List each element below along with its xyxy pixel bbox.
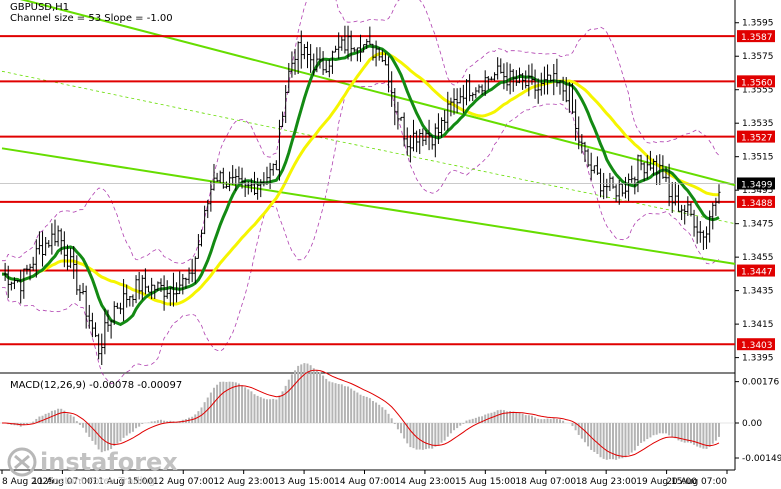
time-tick-label: 12 Aug 07:00 <box>153 477 214 487</box>
logo-brand-text: instaforex <box>40 448 178 476</box>
time-tick-label: 18 Aug 23:00 <box>576 477 637 487</box>
price-tick-label: 1.3575 <box>742 52 774 62</box>
logo-cross <box>14 454 30 470</box>
channel-label: Channel size = 53 Slope = -1.00 <box>10 13 173 24</box>
logo-mark <box>7 447 37 477</box>
channel-upper <box>19 0 736 187</box>
support-resistance-levels <box>0 35 735 346</box>
level-badge-label: 1.3560 <box>741 78 773 88</box>
price-channel <box>1 0 736 265</box>
level-badge-label: 1.3587 <box>741 33 773 43</box>
logo-tagline-text: Instant Forex Trading <box>50 476 155 487</box>
level-badge-label: 1.3488 <box>741 199 773 209</box>
price-axis: 1.35951.35751.35551.35351.35151.34951.34… <box>0 19 775 364</box>
level-badge-label: 1.3447 <box>741 268 773 278</box>
bollinger-lower <box>2 82 720 384</box>
price-tick-label: 1.3515 <box>742 153 774 163</box>
price-tick-label: 1.3595 <box>742 19 774 29</box>
price-tick-label: 1.3435 <box>742 287 774 297</box>
price-chart: 1.35951.35751.35551.35351.35151.34951.34… <box>0 0 781 487</box>
price-tick-label: 1.3455 <box>742 253 774 263</box>
macd-header: MACD(12,26,9) -0.00078 -0.00097 <box>10 380 182 391</box>
channel-lower <box>1 147 736 265</box>
level-badge-label: 1.3527 <box>741 134 773 144</box>
time-tick-label: 13 Aug 15:00 <box>274 477 335 487</box>
time-tick-label: 14 Aug 23:00 <box>395 477 456 487</box>
macd-label: MACD(12,26,9) -0.00078 -0.00097 <box>10 380 183 391</box>
level-badge-label: 1.3403 <box>741 341 773 351</box>
price-tick-label: 1.3395 <box>742 354 774 364</box>
time-tick-label: 12 Aug 23:00 <box>213 477 274 487</box>
ma-yellow <box>2 51 719 306</box>
time-tick-label: 15 Aug 15:00 <box>455 477 516 487</box>
price-bars <box>3 25 721 365</box>
time-tick-label: 14 Aug 07:00 <box>334 477 395 487</box>
macd-tick-label: -0.00149 <box>742 454 781 464</box>
chart-header: GBPUSD,H1 Channel size = 53 Slope = -1.0… <box>10 2 173 24</box>
time-tick-label: 20 Aug 07:00 <box>666 477 727 487</box>
price-tick-label: 1.3415 <box>742 320 774 330</box>
macd-tick-label: 0.00176 <box>742 378 779 388</box>
price-tick-label: 1.3475 <box>742 220 774 230</box>
current-price-label: 1.3499 <box>741 180 773 190</box>
time-tick-label: 18 Aug 07:00 <box>515 477 576 487</box>
price-tick-label: 1.3535 <box>742 119 774 129</box>
channel-middle <box>1 70 736 225</box>
symbol-label: GBPUSD,H1 <box>10 2 70 13</box>
macd-tick-label: 0.00 <box>742 419 762 429</box>
